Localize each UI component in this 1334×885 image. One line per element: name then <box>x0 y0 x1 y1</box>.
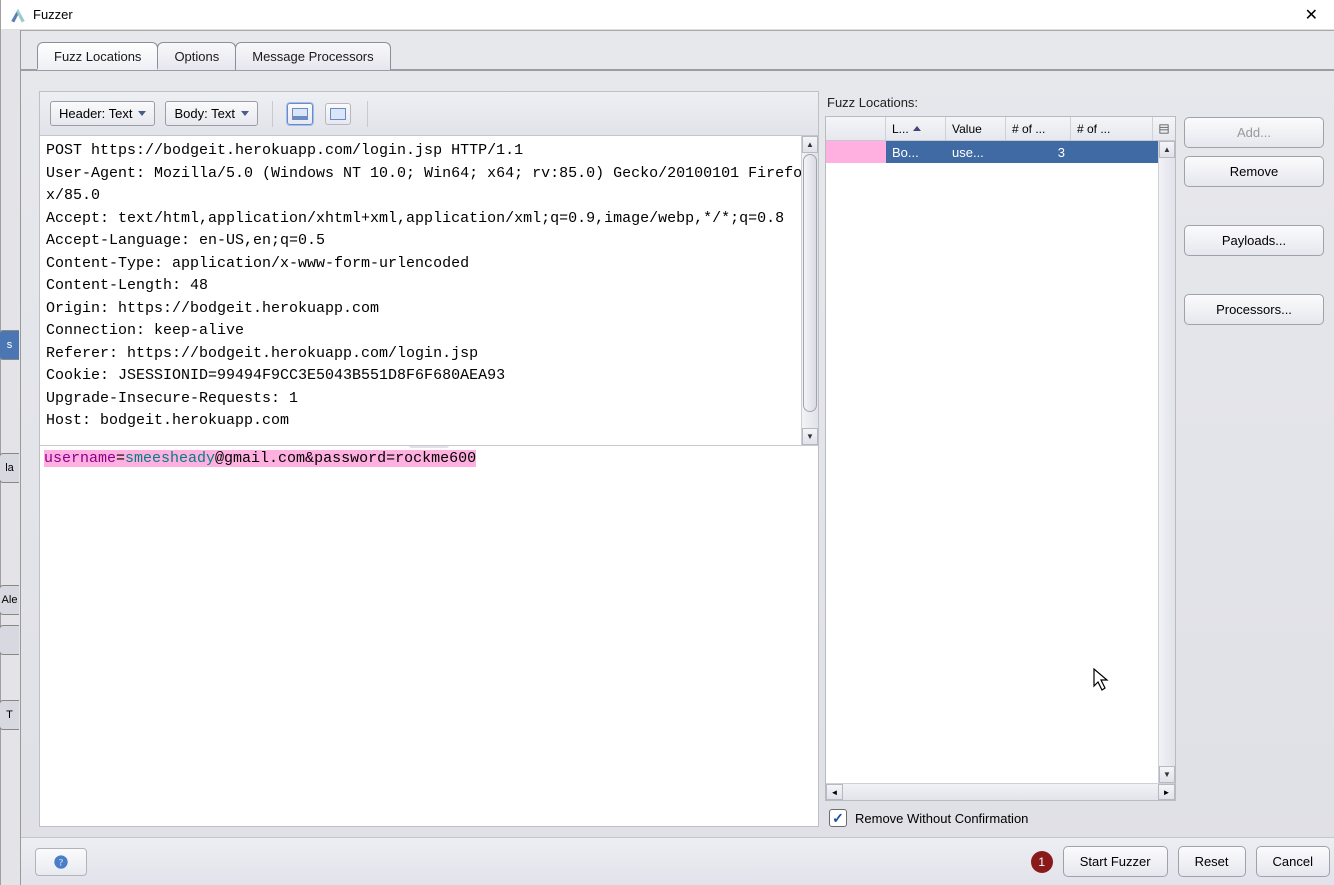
column-value[interactable]: Value <box>946 117 1006 140</box>
scroll-right-icon[interactable]: ► <box>1158 784 1175 800</box>
body-view-label: Body: Text <box>174 106 234 121</box>
vertical-resize-handle[interactable] <box>409 446 449 448</box>
table-row[interactable]: Bo... use... 3 0 <box>826 141 1175 163</box>
body-editor[interactable]: username=smeesheady@gmail.com&password=r… <box>40 446 818 826</box>
chevron-down-icon <box>241 111 249 116</box>
column-num-processors[interactable]: # of ... <box>1071 117 1153 140</box>
table-body: Bo... use... 3 0 ▲ ▼ <box>826 141 1175 783</box>
close-button[interactable]: ✕ <box>1297 1 1326 29</box>
add-button[interactable]: Add... <box>1184 117 1324 148</box>
toolbar-separator <box>272 101 273 127</box>
layout-full-button[interactable] <box>325 103 351 125</box>
request-toolbar: Header: Text Body: Text <box>40 92 818 136</box>
reset-button[interactable]: Reset <box>1178 846 1246 877</box>
body-view-combo[interactable]: Body: Text <box>165 101 257 126</box>
column-config-icon[interactable] <box>1153 117 1175 140</box>
row-payload-count: 3 <box>1006 143 1071 162</box>
tab-fuzz-locations[interactable]: Fuzz Locations <box>37 42 158 70</box>
bottom-bar: ? 1 Start Fuzzer Reset Cancel <box>21 837 1334 885</box>
scroll-down-icon[interactable]: ▼ <box>1159 766 1175 783</box>
notification-badge: 1 <box>1031 851 1053 873</box>
row-location: Bo... <box>886 143 946 162</box>
column-color[interactable] <box>826 117 886 140</box>
remove-confirm-row: ✓ Remove Without Confirmation <box>825 801 1176 827</box>
dialog-content: Fuzz Locations Options Message Processor… <box>21 30 1334 885</box>
layout-split-horizontal-button[interactable] <box>287 103 313 125</box>
parent-tab-4[interactable] <box>0 625 19 655</box>
request-panel: Header: Text Body: Text POST https://bod… <box>39 91 819 827</box>
toolbar-separator <box>367 101 368 127</box>
fuzzer-window: Fuzzer ✕ s la Ale T Fuzz Locations Optio… <box>0 0 1334 885</box>
payloads-button[interactable]: Payloads... <box>1184 225 1324 256</box>
scroll-down-icon[interactable]: ▼ <box>802 428 818 445</box>
tab-message-processors[interactable]: Message Processors <box>235 42 390 70</box>
header-view-combo[interactable]: Header: Text <box>50 101 155 126</box>
app-icon <box>9 6 27 24</box>
check-icon: ✓ <box>832 810 844 827</box>
remove-button[interactable]: Remove <box>1184 156 1324 187</box>
scroll-left-icon[interactable]: ◄ <box>826 784 843 800</box>
remove-confirm-checkbox[interactable]: ✓ <box>829 809 847 827</box>
scroll-thumb[interactable] <box>803 154 817 412</box>
main-area: Header: Text Body: Text POST https://bod… <box>21 73 1334 837</box>
column-num-payloads[interactable]: # of ... <box>1006 117 1071 140</box>
row-color-swatch <box>826 141 886 163</box>
header-text: POST https://bodgeit.herokuapp.com/login… <box>40 136 818 445</box>
locations-label: Fuzz Locations: <box>825 91 1176 116</box>
body-text: username=smeesheady@gmail.com&password=r… <box>40 446 818 826</box>
header-view-label: Header: Text <box>59 106 132 121</box>
scroll-up-icon[interactable]: ▲ <box>802 136 818 153</box>
location-actions: Add... Remove Payloads... Processors... <box>1184 91 1324 827</box>
vertical-scrollbar[interactable]: ▲ ▼ <box>1158 141 1175 783</box>
sort-asc-icon <box>913 126 921 131</box>
editor-split: POST https://bodgeit.herokuapp.com/login… <box>40 136 818 826</box>
svg-text:?: ? <box>59 858 63 868</box>
parent-tab-alerts[interactable]: Ale <box>0 585 19 615</box>
scroll-up-icon[interactable]: ▲ <box>1159 141 1175 158</box>
window-title: Fuzzer <box>33 7 73 22</box>
header-editor[interactable]: POST https://bodgeit.herokuapp.com/login… <box>40 136 818 446</box>
locations-table: L... Value # of ... # of ... Bo... use..… <box>825 116 1176 801</box>
locations-column: Fuzz Locations: L... Value # of ... # of… <box>825 91 1176 827</box>
chevron-down-icon <box>138 111 146 116</box>
locations-panel: Fuzz Locations: L... Value # of ... # of… <box>825 91 1324 827</box>
processors-button[interactable]: Processors... <box>1184 294 1324 325</box>
parent-tab-2[interactable]: la <box>0 453 19 483</box>
title-bar: Fuzzer ✕ <box>1 0 1334 30</box>
parent-sidebar-tabs: s la Ale T <box>1 30 21 885</box>
tabs-strip: Fuzz Locations Options Message Processor… <box>21 31 1334 71</box>
parent-tab-5[interactable]: T <box>0 700 19 730</box>
cancel-button[interactable]: Cancel <box>1256 846 1330 877</box>
help-button[interactable]: ? <box>35 848 87 876</box>
parent-tab-sites[interactable]: s <box>0 330 19 360</box>
vertical-scrollbar[interactable]: ▲ ▼ <box>801 136 818 445</box>
remove-confirm-label: Remove Without Confirmation <box>855 811 1028 826</box>
start-fuzzer-button[interactable]: Start Fuzzer <box>1063 846 1168 877</box>
horizontal-scrollbar[interactable]: ◄ ► <box>826 783 1175 800</box>
column-location[interactable]: L... <box>886 117 946 140</box>
tab-options[interactable]: Options <box>157 42 236 70</box>
help-icon: ? <box>53 854 69 870</box>
table-header: L... Value # of ... # of ... <box>826 117 1175 141</box>
row-value: use... <box>946 143 1006 162</box>
